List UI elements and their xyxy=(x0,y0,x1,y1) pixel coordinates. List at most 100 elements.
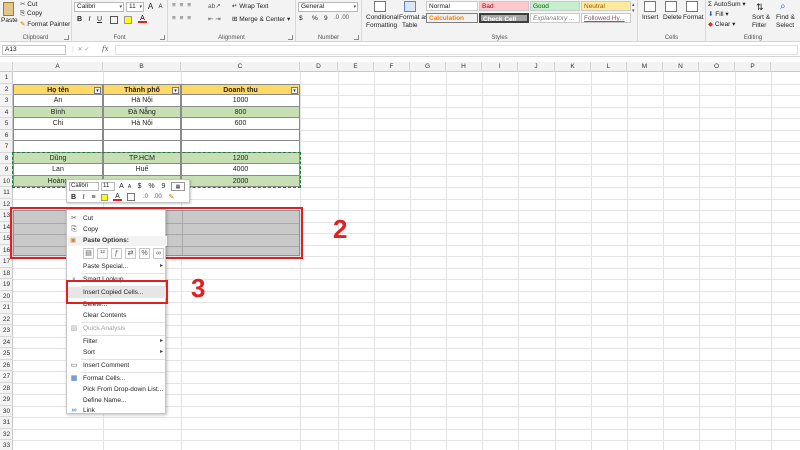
number-launcher[interactable] xyxy=(354,35,359,40)
number-format-combo[interactable]: General ▾ xyxy=(298,2,358,12)
column-header[interactable]: M xyxy=(627,62,663,72)
align-horizontal-icons[interactable]: ≡ ≡ ≡ xyxy=(172,15,192,22)
row-header[interactable]: 11 xyxy=(0,187,13,199)
formula-bar-controls[interactable]: ⋮ ✕ ✓ xyxy=(70,46,89,53)
wrap-text-button[interactable]: ↵ Wrap Text xyxy=(232,2,268,10)
currency-button[interactable]: $ xyxy=(299,15,303,22)
sort-filter-icon[interactable]: ⇅ xyxy=(756,2,766,12)
style-neutral[interactable]: Neutral xyxy=(581,1,631,11)
table-header-cell[interactable]: Thành phố ▾ xyxy=(103,83,181,95)
mini-format-painter-icon[interactable]: ✎ xyxy=(167,193,176,202)
border-icon[interactable] xyxy=(110,16,118,24)
table-header-cell[interactable]: Họ tên ▾ xyxy=(13,83,103,95)
row-header[interactable]: 29 xyxy=(0,394,13,406)
column-header[interactable]: I xyxy=(482,62,518,72)
column-header[interactable]: J xyxy=(518,62,555,72)
table-cell[interactable]: Hà Nội xyxy=(103,95,181,107)
row-header[interactable]: 1 xyxy=(0,72,13,84)
row-header[interactable]: 27 xyxy=(0,371,13,383)
font-name-combo[interactable]: Calibri ▾ xyxy=(74,2,124,12)
underline-button[interactable]: U xyxy=(95,15,104,24)
menu-item-paste-special[interactable]: Paste Special... ▸ xyxy=(67,261,167,272)
column-header[interactable]: F xyxy=(374,62,410,72)
shrink-font-button[interactable]: A xyxy=(156,3,165,12)
format-button[interactable]: Format xyxy=(683,14,704,21)
insert-cells-icon[interactable] xyxy=(644,1,656,12)
row-header[interactable]: 30 xyxy=(0,406,13,417)
font-size-combo[interactable]: 11 ▾ xyxy=(126,2,144,12)
menu-item-link[interactable]: ∞ Link xyxy=(67,406,167,415)
find-select-button-2[interactable]: Select xyxy=(776,22,794,29)
italic-button[interactable]: I xyxy=(85,15,94,24)
table-cell[interactable]: Chi xyxy=(13,118,103,130)
menu-item-sort[interactable]: Sort ▸ xyxy=(67,347,167,358)
select-all-corner[interactable] xyxy=(0,62,13,72)
format-as-table-button[interactable]: Format as xyxy=(399,14,428,21)
menu-item-clear-contents[interactable]: Clear Contents xyxy=(67,310,167,321)
autosum-button[interactable]: Σ AutoSum ▾ xyxy=(708,0,746,8)
column-header[interactable]: C xyxy=(181,62,300,72)
find-select-button[interactable]: Find & xyxy=(776,14,795,21)
styles-scroll-icon[interactable]: ▴ ▾ xyxy=(632,2,635,14)
menu-item-copy[interactable]: ⎘ Copy xyxy=(67,224,167,235)
mini-bold-button[interactable]: B xyxy=(69,193,78,202)
format-painter-button[interactable]: ✎ Format Painter xyxy=(20,20,70,28)
clear-button[interactable]: ◆ Clear ▾ xyxy=(708,20,735,28)
row-header[interactable]: 2 xyxy=(0,84,13,95)
filter-dropdown-icon[interactable]: ▾ xyxy=(291,86,298,94)
cut-button[interactable]: ✂ Cut xyxy=(20,0,37,8)
empty-cell[interactable] xyxy=(103,129,181,141)
conditional-formatting-icon[interactable] xyxy=(374,1,386,12)
row-header[interactable]: 25 xyxy=(0,348,13,360)
format-cells-icon[interactable] xyxy=(686,1,698,12)
mini-percent-button[interactable]: % xyxy=(147,182,156,191)
format-as-table-icon[interactable] xyxy=(404,1,416,12)
row-header[interactable]: 21 xyxy=(0,302,13,314)
mini-size-combo[interactable]: 11 xyxy=(101,182,115,191)
row-header[interactable]: 20 xyxy=(0,291,13,302)
align-top-icons[interactable]: ≡ ≡ ≡ xyxy=(172,2,192,9)
mini-currency-button[interactable]: $ xyxy=(135,182,144,191)
row-header[interactable]: 18 xyxy=(0,268,13,279)
insert-function-button[interactable]: fx xyxy=(102,45,109,53)
empty-cell[interactable] xyxy=(13,129,103,141)
mini-font-color-button[interactable]: A xyxy=(113,192,122,201)
search-icon[interactable]: ⌕ xyxy=(780,1,792,13)
row-header[interactable]: 19 xyxy=(0,279,13,291)
table-cell[interactable]: Bình xyxy=(13,106,103,118)
empty-cell[interactable] xyxy=(181,129,300,141)
row-header[interactable]: 23 xyxy=(0,325,13,337)
paste-option-values-icon[interactable]: ¹² xyxy=(97,248,108,259)
row-header[interactable]: 32 xyxy=(0,429,13,440)
column-header[interactable]: G xyxy=(410,62,446,72)
menu-item-cut[interactable]: ✂ Cut xyxy=(67,213,167,224)
paste-option-paste-icon[interactable]: ▤ xyxy=(83,248,94,259)
conditional-formatting-button[interactable]: Conditional xyxy=(366,14,399,21)
row-header[interactable]: 24 xyxy=(0,337,13,348)
paste-option-link-icon[interactable]: ∞ xyxy=(153,248,164,259)
menu-item-define-name[interactable]: Define Name... xyxy=(67,395,167,406)
paste-button[interactable]: Paste xyxy=(1,17,18,24)
mini-fill-color-icon[interactable] xyxy=(101,194,108,201)
row-header[interactable]: 5 xyxy=(0,118,13,130)
table-header-cell[interactable]: Doanh thu ▾ xyxy=(181,83,300,95)
orientation-icon[interactable]: ab↗ xyxy=(208,2,221,10)
grow-font-button[interactable]: A xyxy=(146,2,155,11)
column-header[interactable]: B xyxy=(103,62,181,72)
clipboard-launcher[interactable] xyxy=(64,35,69,40)
paste-icon[interactable] xyxy=(3,2,14,16)
filter-dropdown-icon[interactable]: ▾ xyxy=(172,86,179,94)
column-header[interactable]: D xyxy=(300,62,338,72)
column-header[interactable]: H xyxy=(446,62,482,72)
style-calculation[interactable]: Calculation xyxy=(426,13,478,23)
column-header[interactable]: K xyxy=(555,62,591,72)
mini-table-icon[interactable]: ▦ xyxy=(171,182,185,191)
row-header[interactable]: 6 xyxy=(0,130,13,141)
mini-decimal-icon-2[interactable]: .00 xyxy=(153,193,162,202)
row-header[interactable]: 26 xyxy=(0,360,13,371)
table-cell[interactable]: 600 xyxy=(181,118,300,130)
mini-comma-button[interactable]: 9 xyxy=(159,182,168,191)
delete-button[interactable]: Delete xyxy=(663,14,682,21)
format-as-table-button-2[interactable]: Table xyxy=(402,22,418,29)
column-header[interactable]: L xyxy=(591,62,627,72)
